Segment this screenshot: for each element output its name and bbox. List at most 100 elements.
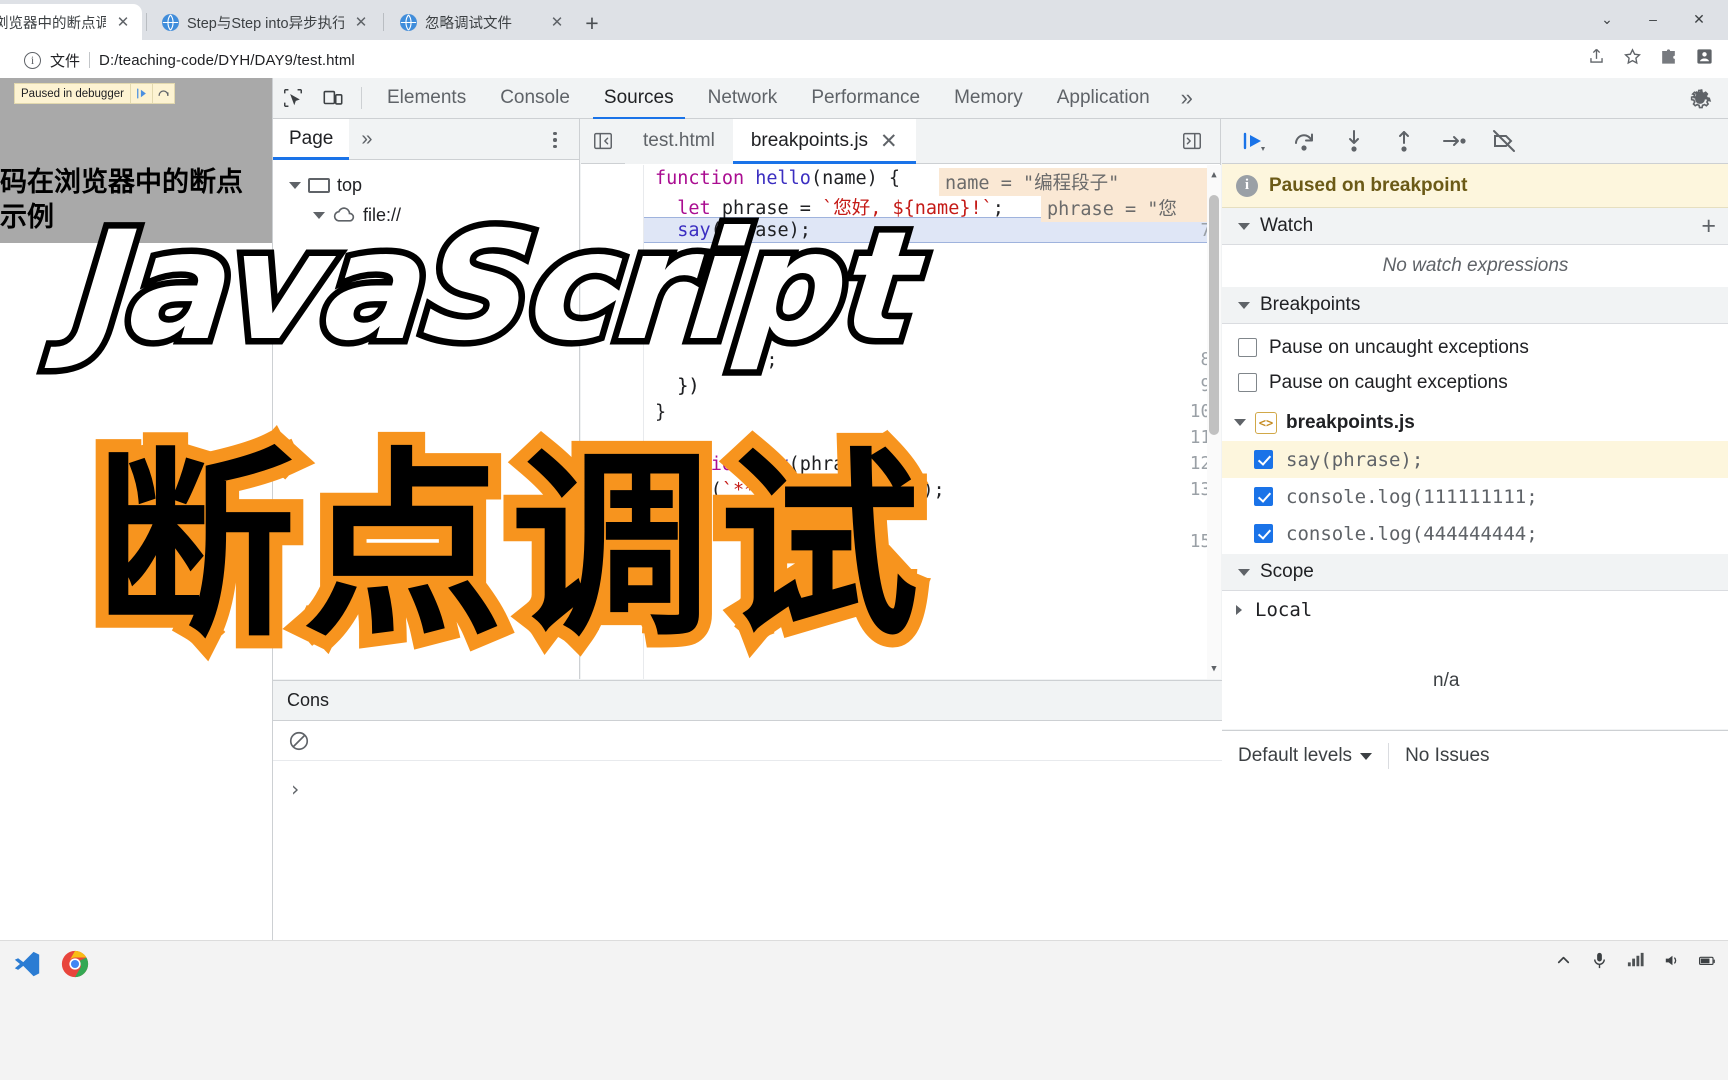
url-text: D:/teaching-code/DYH/DAY9/test.html bbox=[99, 51, 355, 69]
close-icon[interactable]: ✕ bbox=[880, 129, 898, 154]
add-watch-expression-button[interactable]: + bbox=[1701, 212, 1716, 241]
step-icon[interactable] bbox=[1436, 123, 1472, 159]
vscode-icon[interactable] bbox=[10, 947, 44, 981]
inspect-element-icon[interactable] bbox=[273, 81, 313, 115]
tab-close-icon[interactable]: ✕ bbox=[114, 13, 132, 31]
volume-icon[interactable] bbox=[1660, 949, 1682, 971]
browser-tab-0[interactable]: 浏览器中的断点调试 ✕ bbox=[0, 4, 142, 40]
editor-scrollbar[interactable]: ▲ ▼ bbox=[1207, 165, 1221, 679]
editor-tab-test-html[interactable]: test.html bbox=[625, 118, 733, 164]
caret-up-icon[interactable] bbox=[1552, 949, 1574, 971]
console-prompt-caret[interactable]: › bbox=[289, 777, 301, 801]
tab-application[interactable]: Application bbox=[1040, 78, 1167, 119]
chevron-down-icon[interactable] bbox=[1234, 419, 1246, 426]
chevron-down-icon[interactable] bbox=[313, 211, 325, 219]
browser-tab-1[interactable]: Step与Step into异步执行的区别 ✕ bbox=[150, 4, 380, 40]
pause-on-uncaught-exceptions-row[interactable]: Pause on uncaught exceptions bbox=[1222, 330, 1728, 365]
mic-icon[interactable] bbox=[1588, 949, 1610, 971]
chrome-icon[interactable] bbox=[58, 947, 92, 981]
log-levels-dropdown[interactable]: Default levels bbox=[1222, 731, 1388, 781]
tab-close-icon[interactable]: ✕ bbox=[548, 13, 566, 31]
scroll-up-icon[interactable]: ▲ bbox=[1207, 167, 1221, 183]
step-over-icon[interactable] bbox=[1286, 123, 1322, 159]
resume-icon[interactable] bbox=[129, 84, 152, 103]
tab-memory[interactable]: Memory bbox=[937, 78, 1040, 119]
section-header-scope[interactable]: Scope bbox=[1222, 554, 1728, 591]
tab-title: Step与Step into异步执行的区别 bbox=[187, 15, 344, 32]
tab-elements[interactable]: Elements bbox=[370, 78, 483, 119]
pause-uncaught-checkbox[interactable] bbox=[1238, 338, 1257, 357]
chevron-right-icon[interactable] bbox=[1236, 604, 1242, 615]
issues-button[interactable]: No Issues bbox=[1389, 731, 1505, 781]
pause-on-caught-exceptions-row[interactable]: Pause on caught exceptions bbox=[1222, 365, 1728, 400]
toolbar-divider bbox=[361, 87, 362, 109]
navigator-more-button[interactable]: » bbox=[349, 119, 384, 160]
browser-tab-2[interactable]: 忽略调试文件 ✕ bbox=[388, 4, 576, 40]
info-icon: i bbox=[1236, 174, 1258, 197]
resume-script-icon[interactable] bbox=[1236, 123, 1272, 159]
tree-item-file-origin[interactable]: file:// bbox=[273, 200, 579, 230]
address-bar[interactable]: i 文件 D:/teaching-code/DYH/DAY9/test.html bbox=[12, 45, 1672, 75]
chevron-down-icon[interactable] bbox=[1238, 568, 1250, 576]
new-tab-button[interactable]: + bbox=[578, 9, 606, 37]
breakpoint-checkbox[interactable] bbox=[1254, 524, 1273, 543]
device-toolbar-icon[interactable] bbox=[313, 81, 353, 115]
share-icon[interactable] bbox=[1586, 46, 1606, 66]
omnibox-actions bbox=[1586, 46, 1714, 66]
profile-icon[interactable] bbox=[1694, 46, 1714, 66]
editor-tab-breakpoints-js[interactable]: breakpoints.js ✕ bbox=[732, 118, 916, 164]
scope-entry-local[interactable]: Local bbox=[1222, 591, 1728, 625]
tab-network[interactable]: Network bbox=[691, 78, 795, 119]
breakpoint-item-0[interactable]: say(phrase); bbox=[1222, 441, 1728, 478]
expand-right-icon[interactable] bbox=[1170, 119, 1214, 164]
battery-icon[interactable] bbox=[1696, 949, 1718, 971]
drawer-tab-console[interactable]: Cons bbox=[287, 690, 329, 711]
window-minimize-button[interactable]: – bbox=[1630, 3, 1676, 35]
console-drawer: Cons › bbox=[273, 680, 1222, 940]
scrollbar-thumb[interactable] bbox=[1209, 195, 1219, 435]
watch-empty-text: No watch expressions bbox=[1382, 255, 1569, 276]
tab-close-icon[interactable]: ✕ bbox=[352, 13, 370, 31]
window-close-button[interactable]: ✕ bbox=[1676, 3, 1722, 35]
current-line-marker[interactable]: 14 bbox=[581, 504, 652, 530]
tab-sources[interactable]: Sources bbox=[587, 78, 691, 119]
console-toolbar bbox=[273, 721, 1222, 761]
pause-caught-checkbox[interactable] bbox=[1238, 373, 1257, 392]
more-panels-button[interactable]: » bbox=[1167, 78, 1207, 119]
line-number-gutter[interactable] bbox=[581, 165, 644, 679]
tab-performance[interactable]: Performance bbox=[794, 78, 937, 119]
step-over-icon[interactable] bbox=[151, 84, 174, 103]
extension-puzzle-icon[interactable] bbox=[1658, 46, 1678, 66]
tab-console[interactable]: Console bbox=[483, 78, 587, 119]
chevron-down-icon[interactable] bbox=[1238, 301, 1250, 309]
network-icon[interactable] bbox=[1624, 949, 1646, 971]
step-out-icon[interactable] bbox=[1386, 123, 1422, 159]
collapse-left-icon[interactable] bbox=[581, 119, 625, 164]
breakpoint-item-2[interactable]: console.log(444444444; bbox=[1222, 515, 1728, 552]
window-controls: ⌄ – ✕ bbox=[1584, 2, 1722, 36]
clear-console-icon[interactable] bbox=[287, 729, 311, 753]
scroll-down-icon[interactable]: ▼ bbox=[1207, 661, 1221, 677]
step-into-icon[interactable] bbox=[1336, 123, 1372, 159]
gear-icon[interactable] bbox=[1683, 82, 1717, 116]
breakpoint-checkbox[interactable] bbox=[1254, 487, 1273, 506]
chevron-down-icon[interactable] bbox=[1238, 222, 1250, 230]
page-info-icon[interactable]: i bbox=[24, 51, 41, 69]
code-editor-content[interactable]: 14 1 7 8 9 10 11 12 13 15 function hello… bbox=[581, 165, 1221, 679]
breakpoint-checkbox[interactable] bbox=[1254, 450, 1273, 469]
breakpoint-file-group[interactable]: <> breakpoints.js bbox=[1222, 404, 1728, 441]
window-minimize-list-button[interactable]: ⌄ bbox=[1584, 3, 1630, 35]
tree-item-top[interactable]: top bbox=[273, 170, 579, 200]
browser-chrome: 浏览器中的断点调试 ✕ Step与Step into异步执行的区别 ✕ 忽略调试… bbox=[0, 0, 1728, 78]
code-line-12: log(`*** ${phrase} **`); bbox=[677, 480, 945, 501]
navigator-tab-page[interactable]: Page bbox=[273, 118, 350, 160]
tab-divider bbox=[146, 13, 147, 31]
omnibox-bar: i 文件 D:/teaching-code/DYH/DAY9/test.html bbox=[0, 40, 1728, 78]
section-header-breakpoints[interactable]: Breakpoints bbox=[1222, 287, 1728, 324]
star-icon[interactable] bbox=[1622, 46, 1642, 66]
breakpoint-item-1[interactable]: console.log(111111111; bbox=[1222, 478, 1728, 515]
more-vertical-icon[interactable] bbox=[543, 128, 567, 152]
chevron-down-icon[interactable] bbox=[289, 181, 301, 189]
deactivate-breakpoints-icon[interactable] bbox=[1486, 123, 1522, 159]
section-header-watch[interactable]: Watch + bbox=[1222, 208, 1728, 245]
